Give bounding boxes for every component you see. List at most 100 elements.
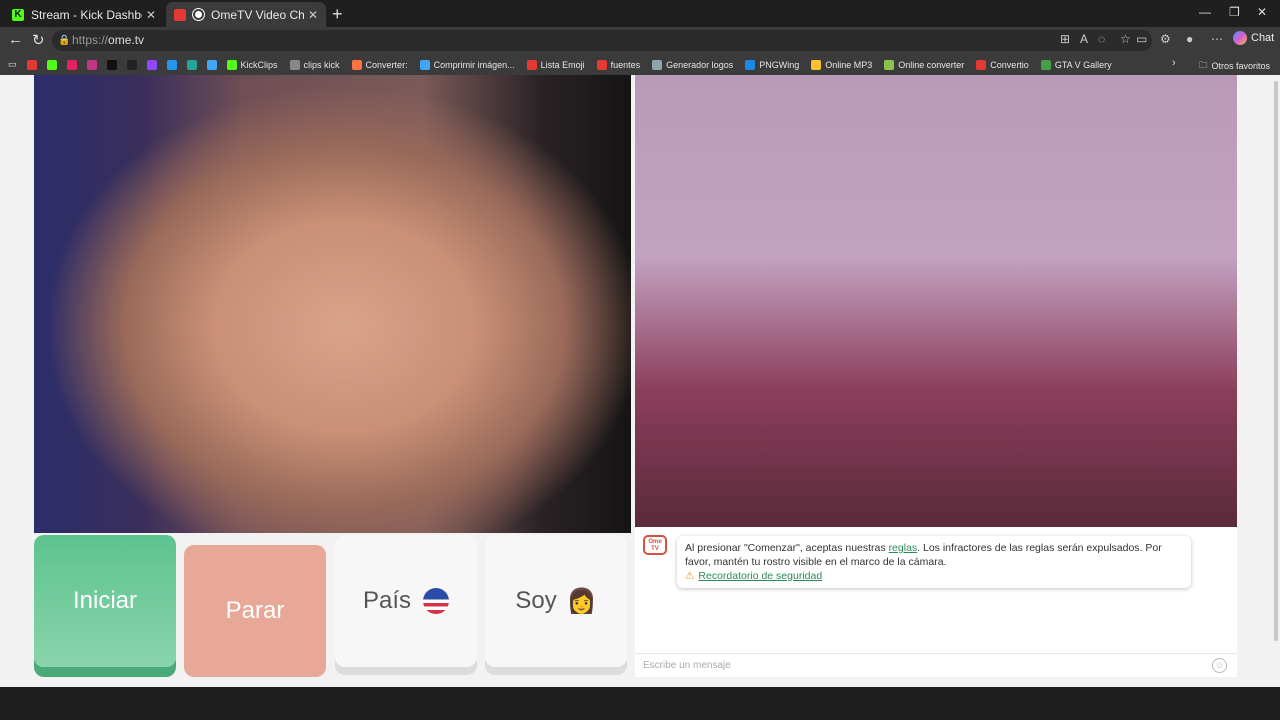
favorite-item[interactable] [86, 59, 101, 70]
favorite-item[interactable] [106, 59, 121, 70]
emoji-smiley-icon[interactable]: ☺ [1212, 658, 1227, 673]
browser-toolbar: ← ↻ 🔒 https://ome.tv ⊞ A ◌ ☆ ▭ ⚙ ● ⋯ Cha… [0, 27, 1280, 54]
favorite-item[interactable] [206, 59, 221, 70]
record-icon [193, 9, 204, 20]
minimize-icon[interactable]: — [1199, 5, 1211, 19]
copilot-icon [1233, 31, 1247, 45]
favorite-label: Generador logos [666, 59, 734, 70]
favorite-site-icon [1040, 59, 1051, 70]
stop-button[interactable]: Parar [184, 545, 326, 677]
url-host: ome.tv [108, 33, 145, 47]
favorite-item[interactable]: PNGWing [745, 59, 800, 70]
favorites-gamepad-icon[interactable]: ▭ [8, 59, 17, 70]
close-icon[interactable]: ✕ [146, 8, 156, 22]
scrollbar-thumb[interactable] [1274, 81, 1278, 641]
favorite-site-icon [126, 59, 137, 70]
tracking-icon[interactable]: ◌ [1098, 32, 1105, 46]
favorite-site-icon [884, 59, 895, 70]
youtube-icon [174, 8, 186, 21]
warning-icon: ⚠ [685, 570, 695, 582]
start-label: Iniciar [72, 587, 138, 614]
other-favorites[interactable]: 🗀 Otros favoritos [1198, 58, 1270, 74]
url-scheme: https:// [72, 33, 109, 47]
apps-icon[interactable]: ⊞ [1060, 32, 1070, 46]
ometv-logo: Ome TV [643, 535, 667, 555]
favorite-item[interactable] [126, 59, 141, 70]
rules-notice: Al presionar "Comenzar", aceptas nuestra… [677, 536, 1191, 588]
favorite-item[interactable] [46, 59, 61, 70]
new-tab-button[interactable]: + [332, 4, 343, 25]
favorite-site-icon [26, 59, 37, 70]
favorite-item[interactable]: Online converter [884, 59, 965, 70]
favorite-label: Convertio [990, 59, 1029, 70]
favorite-item[interactable]: Converter: [351, 59, 408, 70]
star-icon[interactable]: ☆ [1120, 32, 1131, 46]
more-icon[interactable]: ⋯ [1211, 32, 1223, 46]
translate-icon[interactable]: A [1080, 32, 1088, 46]
message-input[interactable]: Escribe un mensaje ☺ [635, 653, 1237, 677]
close-window-icon[interactable]: ✕ [1257, 5, 1267, 19]
message-placeholder: Escribe un mensaje [643, 660, 731, 671]
extensions-icon[interactable]: ⚙ [1160, 32, 1171, 46]
favorite-item[interactable]: Online MP3 [811, 59, 872, 70]
favorite-item[interactable]: Lista Emoji [526, 59, 585, 70]
us-flag-icon [423, 588, 450, 614]
kick-icon: K [12, 8, 24, 21]
address-bar[interactable]: 🔒 https://ome.tv [52, 30, 1152, 51]
gender-button[interactable]: Soy 👩 [485, 535, 627, 667]
favorite-item[interactable]: Generador logos [652, 59, 734, 70]
favorite-label: fuentes [610, 59, 641, 70]
favorite-site-icon [226, 59, 237, 70]
favorite-label: KickClips [240, 59, 278, 70]
favorite-item[interactable]: fuentes [596, 59, 641, 70]
tab-kick-dashboard[interactable]: K Stream - Kick Dashboard ✕ [4, 2, 164, 27]
refresh-icon[interactable]: ↻ [32, 31, 45, 49]
favorite-item[interactable] [26, 59, 41, 70]
favorite-item[interactable]: KickClips [226, 59, 278, 70]
safety-reminder-link[interactable]: Recordatorio de seguridad [698, 570, 822, 582]
favorite-label: PNGWing [759, 59, 800, 70]
favorite-item[interactable] [146, 59, 161, 70]
back-icon[interactable]: ← [8, 31, 23, 48]
favorite-item[interactable] [166, 59, 181, 70]
local-video [34, 75, 631, 533]
folder-icon: 🗀 [1198, 60, 1208, 70]
other-favorites-label: Otros favoritos [1211, 61, 1270, 71]
rules-link[interactable]: reglas [889, 542, 918, 554]
favorite-site-icon [289, 59, 300, 70]
restore-icon[interactable]: ❐ [1229, 5, 1240, 19]
favorite-item[interactable] [186, 59, 201, 70]
media-icon[interactable]: ▭ [1136, 32, 1147, 46]
tab-ometv[interactable]: OmeTV Video Chat — Omegl... ✕ [166, 2, 326, 27]
page-scrollbar[interactable] [1272, 75, 1280, 687]
tab-strip: K Stream - Kick Dashboard ✕ OmeTV Video … [0, 0, 1280, 27]
country-label: País [362, 587, 412, 614]
profile-avatar-icon[interactable]: ● [1186, 32, 1193, 46]
chat-label: Chat [1251, 32, 1275, 44]
favorite-item[interactable]: Convertio [976, 59, 1029, 70]
favorite-site-icon [146, 59, 157, 70]
favorite-site-icon [419, 59, 430, 70]
favorite-site-icon [526, 59, 537, 70]
favorite-label: Online converter [898, 59, 965, 70]
chevron-right-icon[interactable]: › [1172, 57, 1176, 69]
favorite-item[interactable]: Comprimir imágen... [419, 59, 515, 70]
favorite-label: GTA V Gallery [1054, 59, 1112, 70]
favorite-site-icon [811, 59, 822, 70]
favorite-label: clips kick [303, 59, 340, 70]
favorite-site-icon [206, 59, 217, 70]
favorite-label: Lista Emoji [540, 59, 585, 70]
favorite-site-icon [86, 59, 97, 70]
favorite-item[interactable]: clips kick [289, 59, 340, 70]
favorite-item[interactable] [66, 59, 81, 70]
favorites-bar: ▭ KickClips clips kick Converter: Comprimir… [0, 54, 1280, 75]
start-button[interactable]: Iniciar [34, 535, 176, 667]
copilot-chat-button[interactable]: Chat [1233, 31, 1274, 45]
close-icon[interactable]: ✕ [308, 8, 318, 22]
notice-text-pre: Al presionar "Comenzar", aceptas nuestra… [685, 542, 889, 554]
favorite-item[interactable]: GTA V Gallery [1040, 59, 1112, 70]
ometv-page: Iniciar Parar País Soy 👩 Ome TV Al presi… [0, 75, 1280, 687]
tab-title: OmeTV Video Chat — Omegl... [211, 7, 304, 22]
tab-title: Stream - Kick Dashboard [31, 7, 142, 22]
country-button[interactable]: País [335, 535, 477, 667]
